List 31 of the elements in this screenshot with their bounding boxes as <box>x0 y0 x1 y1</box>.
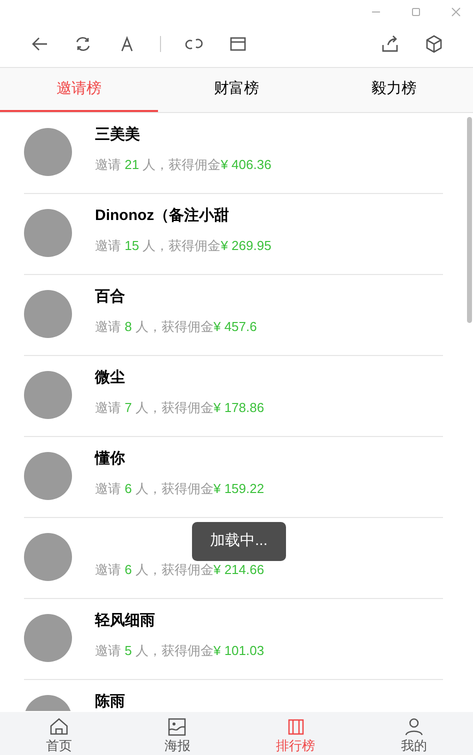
invite-stats: 邀请 5 人，获得佣金¥ 101.03 <box>95 643 264 659</box>
user-name: 懂你 <box>95 450 126 468</box>
avatar <box>24 614 72 662</box>
user-name: Dinonoz（备注小甜 <box>95 207 230 225</box>
user-icon <box>402 716 425 738</box>
image-icon <box>166 716 188 738</box>
loading-toast: 加载中... <box>192 522 286 560</box>
user-name: 三美美 <box>95 126 141 144</box>
avatar <box>24 371 72 419</box>
invite-stats: 邀请 7 人，获得佣金¥ 178.86 <box>95 400 264 416</box>
avatar <box>24 128 72 176</box>
tab[interactable]: 财富榜 <box>158 68 316 112</box>
avatar <box>24 209 72 257</box>
user-name: 陈雨 <box>95 693 125 711</box>
user-name: 轻风细雨 <box>95 612 156 630</box>
avatar <box>24 452 72 500</box>
nav-tab[interactable]: 首页 <box>0 712 118 755</box>
avatar <box>24 533 72 581</box>
user-name: 百合 <box>95 288 126 306</box>
invite-stats: 邀请 21 人，获得佣金¥ 406.36 <box>95 157 272 173</box>
invite-stats: 邀请 6 人，获得佣金¥ 159.22 <box>95 481 264 497</box>
user-name: 微尘 <box>95 369 126 387</box>
avatar <box>24 290 72 338</box>
invite-stats: 邀请 15 人，获得佣金¥ 269.95 <box>95 238 272 254</box>
invite-stats: 邀请 6 人，获得佣金¥ 214.66 <box>95 562 264 578</box>
nav-tab[interactable]: 海报 <box>118 712 236 755</box>
scrollbar[interactable] <box>467 117 472 323</box>
invite-stats: 邀请 8 人，获得佣金¥ 457.6 <box>95 319 257 335</box>
tab[interactable]: 毅力榜 <box>315 68 473 112</box>
tab[interactable]: 邀请榜 <box>0 68 158 112</box>
nav-tab[interactable]: 我的 <box>354 712 473 755</box>
